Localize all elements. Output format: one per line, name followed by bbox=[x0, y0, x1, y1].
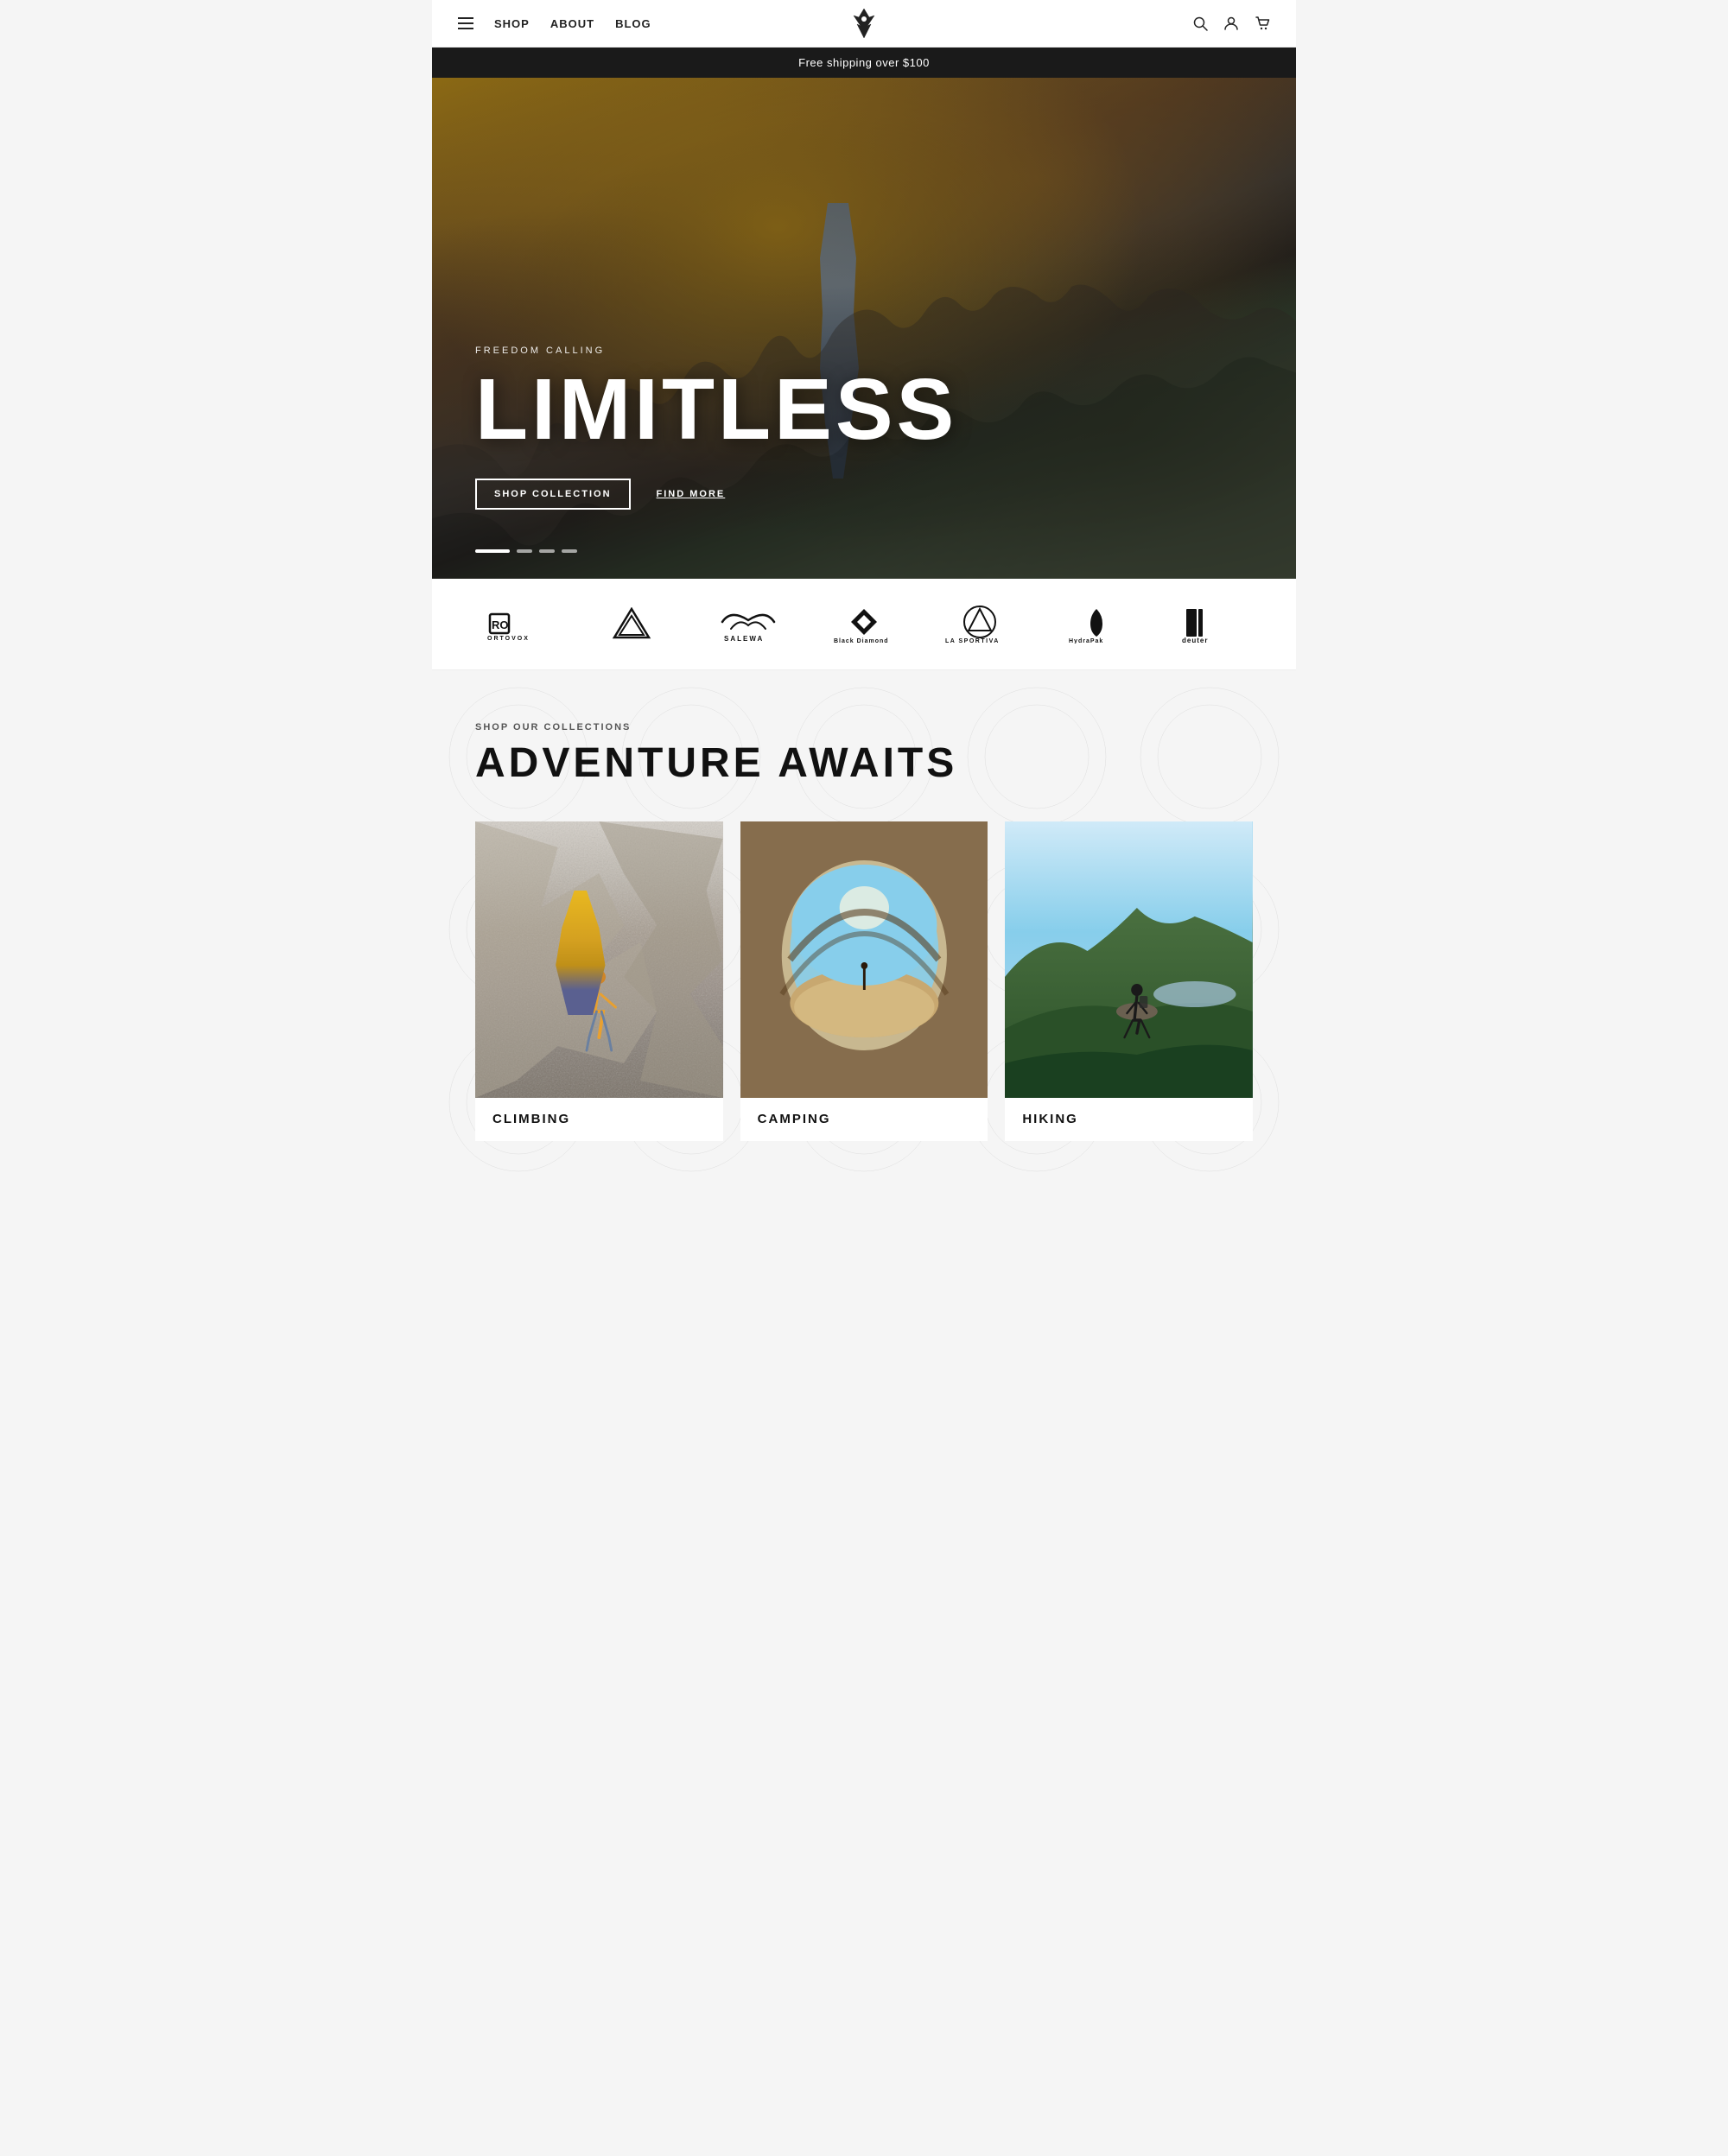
search-button[interactable] bbox=[1192, 16, 1208, 31]
brand-gregory[interactable]: GREGORY bbox=[582, 607, 681, 642]
deuter-logo: deuter bbox=[1182, 605, 1242, 644]
find-more-button[interactable]: FIND MORE bbox=[657, 489, 726, 499]
hero-title: LIMITLESS bbox=[475, 366, 957, 453]
collections-section: SHOP OUR COLLECTIONS ADVENTURE AWAITS bbox=[432, 670, 1296, 1193]
hiking-bg bbox=[1005, 821, 1253, 1098]
brands-section: RO ORTOVOX GREGORY SALEWA bbox=[432, 579, 1296, 670]
camping-bg bbox=[740, 821, 988, 1098]
ortovox-logo: RO ORTOVOX bbox=[486, 607, 546, 642]
svg-text:LA SPORTIVA: LA SPORTIVA bbox=[945, 638, 1000, 644]
announcement-bar: Free shipping over $100 bbox=[432, 48, 1296, 78]
climbing-bg bbox=[475, 821, 723, 1098]
hero-content: FREEDOM CALLING LIMITLESS SHOP COLLECTIO… bbox=[475, 346, 957, 510]
svg-text:deuter: deuter bbox=[1182, 637, 1208, 644]
brand-ortovox[interactable]: RO ORTOVOX bbox=[467, 607, 565, 642]
announcement-text: Free shipping over $100 bbox=[798, 56, 930, 69]
hydrapak-logo: HydraPak bbox=[1066, 605, 1127, 644]
la-sportiva-logo: LA SPORTIVA bbox=[941, 605, 1019, 644]
climbing-label: CLIMBING bbox=[475, 1098, 723, 1141]
nav-blog-link[interactable]: BLOG bbox=[615, 17, 651, 30]
camping-label-text: CAMPING bbox=[758, 1112, 831, 1126]
collections-eyebrow: SHOP OUR COLLECTIONS bbox=[475, 722, 1253, 732]
account-button[interactable] bbox=[1223, 16, 1239, 31]
climbing-image bbox=[475, 821, 723, 1098]
shop-collection-button[interactable]: SHOP COLLECTION bbox=[475, 479, 631, 510]
nav-logo[interactable] bbox=[847, 6, 881, 41]
hero-section: FREEDOM CALLING LIMITLESS SHOP COLLECTIO… bbox=[432, 78, 1296, 579]
navigation: SHOP ABOUT BLOG bbox=[432, 0, 1296, 48]
svg-text:ORTOVOX: ORTOVOX bbox=[487, 636, 530, 642]
salewa-logo: SALEWA bbox=[714, 605, 783, 644]
camping-image bbox=[740, 821, 988, 1098]
logo-icon bbox=[847, 6, 881, 41]
collection-climbing[interactable]: CLIMBING bbox=[475, 821, 723, 1141]
black-diamond-logo: Black Diamond bbox=[829, 605, 899, 644]
hero-buttons: SHOP COLLECTION FIND MORE bbox=[475, 479, 957, 510]
collections-grid: CLIMBING bbox=[475, 821, 1253, 1141]
svg-text:RO: RO bbox=[492, 618, 509, 631]
hamburger-menu[interactable] bbox=[458, 17, 473, 29]
brand-la-sportiva[interactable]: LA SPORTIVA bbox=[931, 605, 1029, 644]
collections-title: ADVENTURE AWAITS bbox=[475, 739, 1253, 787]
gregory-logo: GREGORY bbox=[601, 607, 662, 642]
hiking-label: HIKING bbox=[1005, 1098, 1253, 1141]
collection-hiking[interactable]: HIKING bbox=[1005, 821, 1253, 1141]
brand-salewa[interactable]: SALEWA bbox=[699, 605, 797, 644]
nav-right bbox=[1192, 16, 1270, 31]
brands-row: RO ORTOVOX GREGORY SALEWA bbox=[467, 605, 1261, 644]
svg-text:SALEWA: SALEWA bbox=[724, 635, 764, 643]
camping-label: CAMPING bbox=[740, 1098, 988, 1141]
brand-hydrapak[interactable]: HydraPak bbox=[1046, 605, 1145, 644]
hero-slide-dots bbox=[475, 549, 577, 553]
slide-dot-2[interactable] bbox=[517, 549, 532, 553]
brand-deuter[interactable]: deuter bbox=[1163, 605, 1261, 644]
slide-dot-1[interactable] bbox=[475, 549, 510, 553]
collection-camping[interactable]: CAMPING bbox=[740, 821, 988, 1141]
svg-text:Black Diamond: Black Diamond bbox=[834, 638, 889, 644]
climbing-label-text: CLIMBING bbox=[492, 1112, 570, 1126]
nav-shop-link[interactable]: SHOP bbox=[494, 17, 530, 30]
nav-about-link[interactable]: ABOUT bbox=[550, 17, 594, 30]
hiking-label-text: HIKING bbox=[1022, 1112, 1078, 1126]
brand-black-diamond[interactable]: Black Diamond bbox=[815, 605, 913, 644]
hero-eyebrow: FREEDOM CALLING bbox=[475, 346, 957, 356]
cart-button[interactable] bbox=[1255, 16, 1270, 31]
slide-dot-3[interactable] bbox=[539, 549, 555, 553]
hiking-image bbox=[1005, 821, 1253, 1098]
svg-text:HydraPak: HydraPak bbox=[1069, 638, 1103, 644]
nav-left: SHOP ABOUT BLOG bbox=[458, 17, 651, 30]
slide-dot-4[interactable] bbox=[562, 549, 577, 553]
